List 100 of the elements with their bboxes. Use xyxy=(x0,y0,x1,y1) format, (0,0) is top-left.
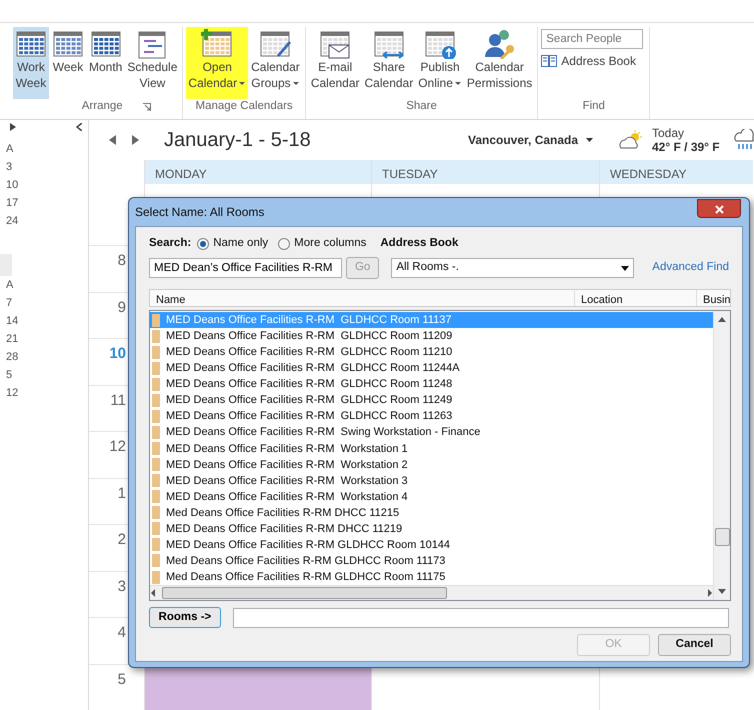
room-icon xyxy=(152,538,160,552)
scrollbar-thumb[interactable] xyxy=(714,528,730,546)
list-row[interactable]: MED Deans Office Facilities R-RM GLDHCC Room 11263 xyxy=(150,408,713,424)
ribbon-button[interactable]: E-mail Calendar xyxy=(308,27,362,99)
calendar-date: A xyxy=(6,143,14,155)
calendar-arrows-icon xyxy=(372,29,405,59)
day-header: TUESDAY xyxy=(382,167,438,181)
list-row[interactable]: MED Deans Office Facilities R-RM Workstation 3 xyxy=(150,472,713,489)
room-icon xyxy=(152,394,160,407)
room-icon xyxy=(152,522,160,536)
day-header: WEDNESDAY xyxy=(610,167,686,181)
rooms-button[interactable]: Rooms -> xyxy=(149,607,221,628)
date-range-title: January-1 - 5-18 xyxy=(164,128,312,153)
expand-icon xyxy=(10,123,16,131)
list-row[interactable]: MED Deans Office Facilities R-RM GLDHCC Room 11248 xyxy=(150,376,713,392)
people-key-icon xyxy=(484,29,516,59)
add-calendar-icon xyxy=(201,29,234,59)
caret-icon xyxy=(586,138,594,142)
cancel-button[interactable]: Cancel xyxy=(658,634,731,656)
advanced-find-link[interactable]: Advanced Find xyxy=(652,259,729,277)
group-label: Arrange xyxy=(82,99,123,114)
ribbon-button[interactable]: Share Calendar xyxy=(362,27,416,99)
room-icon xyxy=(152,490,160,504)
calendar-icon xyxy=(15,29,47,59)
list-row[interactable]: MED Deans Office Facilities R-RM DHCC 11219 xyxy=(150,520,713,537)
close-button[interactable] xyxy=(697,199,741,218)
schedule-icon xyxy=(136,29,168,59)
calendar-date: 3 xyxy=(6,161,12,173)
room-icon xyxy=(152,554,160,568)
ribbon-button[interactable]: Schedule View xyxy=(125,27,180,99)
list-row[interactable]: MED Deans Office Facilities R-RM Workstation 4 xyxy=(150,488,713,505)
group-label: Manage Calendars xyxy=(196,99,293,114)
room-icon xyxy=(152,426,160,439)
calendar-pencil-icon xyxy=(259,29,292,59)
day-header: MONDAY xyxy=(155,167,207,181)
radio-option[interactable]: Name only xyxy=(197,235,268,253)
column-header[interactable]: Location xyxy=(574,290,696,306)
search-field[interactable]: MED Dean’s Office Facilities R-RM xyxy=(149,258,342,278)
room-icon xyxy=(152,442,160,456)
column-header[interactable]: Name xyxy=(150,290,574,306)
calendar-date: 7 xyxy=(6,297,12,309)
list-row[interactable]: Med Deans Office Facilities R-RM GLDHCC Room 11175 xyxy=(150,569,713,586)
calendar-icon xyxy=(52,29,84,59)
next-icon xyxy=(132,135,139,145)
caret-icon xyxy=(621,266,630,270)
radio-button[interactable] xyxy=(197,238,210,250)
ribbon-button[interactable]: Month xyxy=(87,27,124,99)
radio-button[interactable] xyxy=(278,238,290,250)
list-row[interactable]: MED Deans Office Facilities R-RM Swing Workstation - Finance xyxy=(150,424,713,440)
calendar-upload-icon xyxy=(424,29,456,59)
list-row[interactable]: MED Deans Office Facilities R-RM GLDHCC Room 10144 xyxy=(150,536,713,553)
scrollbar-thumb[interactable] xyxy=(162,587,447,600)
address-book-dropdown[interactable]: All Rooms -. xyxy=(391,258,634,278)
group-label: Find xyxy=(582,99,605,114)
calendar-date: 24 xyxy=(6,215,18,227)
room-icon xyxy=(152,346,160,359)
ribbon-button[interactable]: Calendar Permissions xyxy=(464,27,534,99)
room-icon xyxy=(152,314,160,327)
list-row[interactable]: MED Deans Office Facilities R-RM GLDHCC Room 11210 xyxy=(150,344,713,360)
list-row[interactable]: MED Deans Office Facilities R-RM GLDHCC Room 11249 xyxy=(150,392,713,408)
search-label: Search: xyxy=(149,236,192,252)
location-dropdown[interactable]: Vancouver, Canada xyxy=(468,131,618,149)
list-row[interactable]: Med Deans Office Facilities R-RM DHCC 11215 xyxy=(150,504,713,521)
horizontal-scrollbar[interactable] xyxy=(150,585,713,600)
calendar-date: 5 xyxy=(6,369,12,381)
list-row[interactable]: Med Deans Office Facilities R-RM GLDHCC Room 11173 xyxy=(150,552,713,569)
list-row[interactable]: MED Deans Office Facilities R-RM Workstation 1 xyxy=(150,440,713,457)
calendar-date: 21 xyxy=(6,333,18,345)
address-book-link[interactable]: Address Book xyxy=(541,52,646,70)
ribbon-button[interactable]: Calendar Groups xyxy=(249,27,302,99)
collapse-icon xyxy=(76,123,82,131)
rooms-field[interactable] xyxy=(232,608,729,628)
radio-option[interactable]: More columns xyxy=(278,235,366,253)
partly-sunny-icon xyxy=(618,130,644,150)
vertical-scrollbar[interactable] xyxy=(713,311,730,600)
search-field[interactable]: Search People xyxy=(541,29,644,49)
scroll-down-icon xyxy=(718,589,726,594)
calendar-icon xyxy=(90,29,122,59)
temperature: 42° F / 39° F xyxy=(652,140,721,154)
ribbon-button[interactable]: Work Week xyxy=(13,27,49,99)
room-icon xyxy=(152,378,160,391)
dialog-title: Select Name: All Rooms xyxy=(135,204,264,221)
list-row[interactable]: MED Deans Office Facilities R-RM GLDHCC Room 11209 xyxy=(150,328,713,344)
previous-icon xyxy=(109,135,116,145)
room-icon xyxy=(152,362,160,375)
group-label: Share xyxy=(406,99,437,114)
list-row[interactable]: MED Deans Office Facilities R-RM GLDHCC Room 11244A xyxy=(150,360,713,376)
ribbon-button[interactable]: Open Calendar xyxy=(186,27,248,99)
room-icon xyxy=(152,570,160,584)
calendar-date: 12 xyxy=(6,387,18,399)
ribbon-button[interactable]: Week xyxy=(50,27,86,99)
room-icon xyxy=(152,458,160,472)
ribbon-button[interactable]: Publish Online xyxy=(416,27,464,99)
room-icon xyxy=(152,506,160,520)
column-header[interactable]: Busin xyxy=(696,290,732,306)
room-icon xyxy=(152,330,160,343)
calendar-date: 10 xyxy=(6,179,18,191)
list-row[interactable]: MED Deans Office Facilities R-RM Workstation 2 xyxy=(150,456,713,473)
rain-icon xyxy=(734,129,754,151)
scroll-left-icon xyxy=(150,589,156,598)
